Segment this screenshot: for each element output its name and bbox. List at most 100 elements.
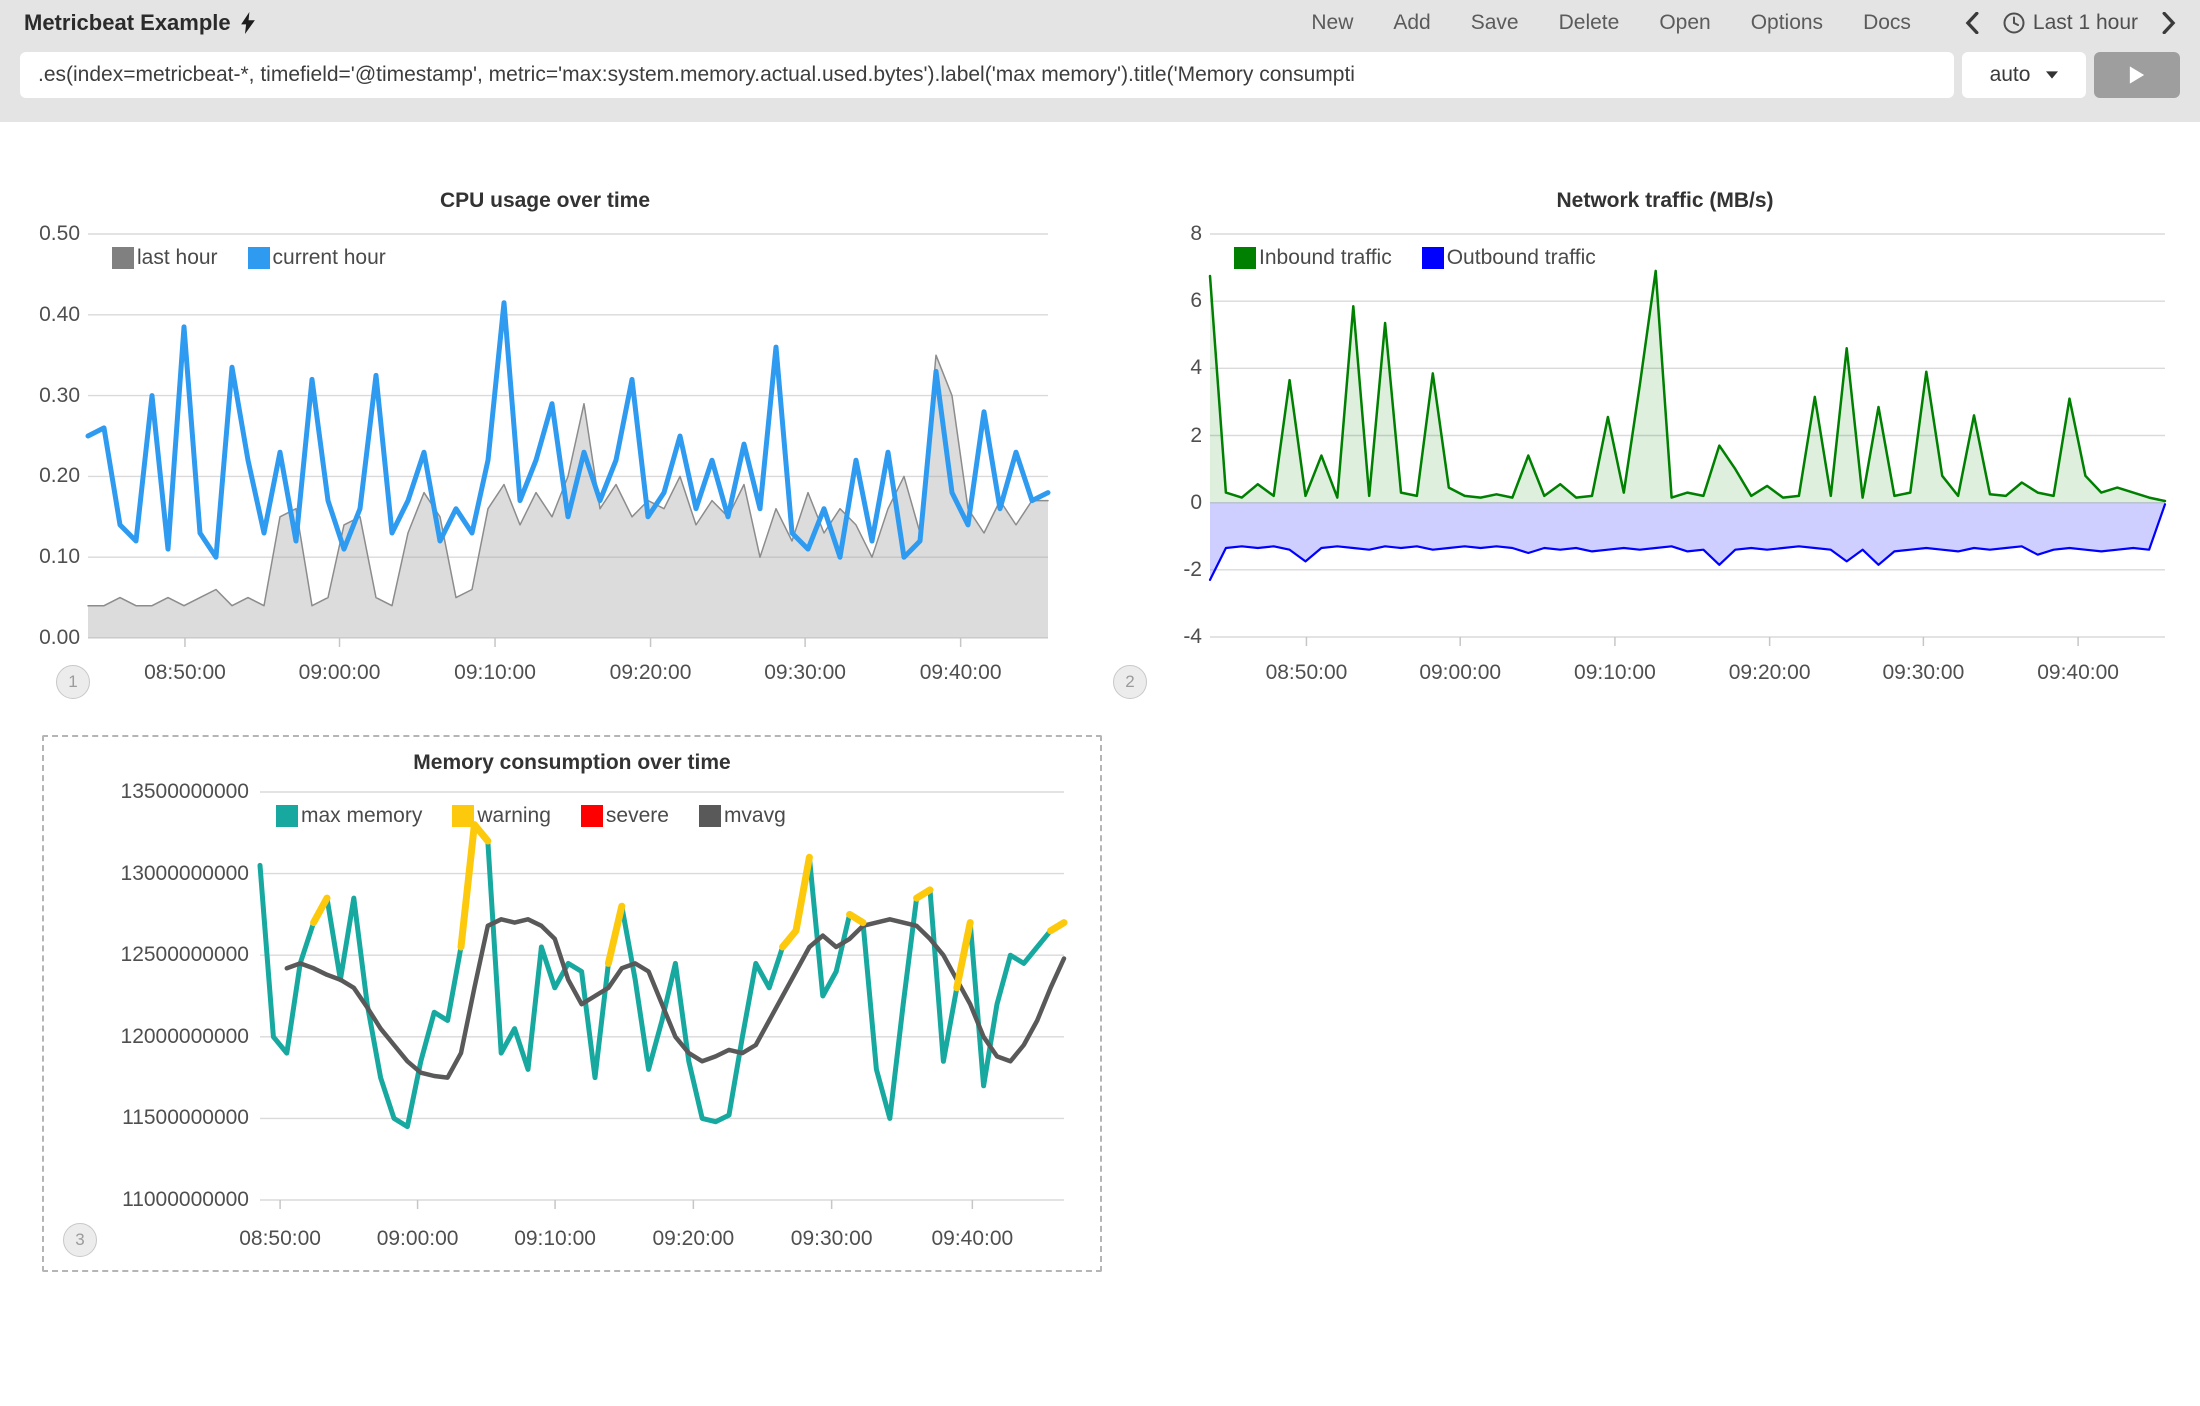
menu-delete[interactable]: Delete [1559, 11, 1620, 35]
y-axis-tick-label: 13000000000 [44, 861, 249, 887]
y-axis-tick-label: 0.00 [30, 625, 80, 651]
menu-docs[interactable]: Docs [1863, 11, 1911, 35]
chevron-left-icon[interactable] [1965, 12, 1979, 34]
x-axis-tick-label: 09:00:00 [1380, 661, 1540, 685]
network-chart-canvas[interactable]: Inbound traffic Outbound traffic [1210, 234, 2165, 637]
legend-label: warning [477, 804, 551, 828]
toolbar-menu: New Add Save Delete Open Options Docs La… [1311, 11, 2176, 35]
top-bar: Metricbeat Example New Add Save Delete O… [0, 0, 2200, 122]
chart-number-badge: 1 [56, 665, 90, 699]
legend-swatch [112, 247, 134, 269]
network-y-axis-labels: 86420-2-4 [1150, 234, 1202, 637]
legend-swatch [1422, 247, 1444, 269]
legend-label: current hour [273, 246, 386, 270]
menu-open[interactable]: Open [1659, 11, 1710, 35]
x-axis-tick-label: 08:50:00 [105, 661, 265, 685]
interval-select[interactable]: auto [1962, 52, 2086, 98]
y-axis-tick-label: 12500000000 [44, 942, 249, 968]
legend-swatch [276, 805, 298, 827]
x-axis-tick-label: 09:30:00 [725, 661, 885, 685]
legend-item: mvavg [699, 804, 786, 828]
y-axis-tick-label: 11500000000 [44, 1105, 249, 1131]
timelion-query-input[interactable] [20, 52, 1954, 98]
play-icon [2128, 65, 2146, 85]
chevron-right-icon[interactable] [2162, 12, 2176, 34]
app-title: Metricbeat Example [24, 10, 255, 36]
y-axis-tick-label: 6 [1150, 288, 1202, 314]
memory-chart-panel[interactable]: Memory consumption over time 13500000000… [42, 735, 1102, 1272]
memory-chart-canvas[interactable]: max memory warning severe mvavg [260, 792, 1064, 1200]
legend-label: mvavg [724, 804, 786, 828]
menu-new[interactable]: New [1311, 11, 1353, 35]
x-axis-tick-label: 09:30:00 [1843, 661, 2003, 685]
y-axis-tick-label: 8 [1150, 221, 1202, 247]
legend-item: last hour [112, 246, 218, 270]
legend-label: Outbound traffic [1447, 246, 1596, 270]
cpu-plot-svg [88, 234, 1048, 638]
x-axis-tick-label: 09:20:00 [571, 661, 731, 685]
y-axis-tick-label: 4 [1150, 355, 1202, 381]
cpu-chart-panel[interactable]: CPU usage over time 0.500.400.300.200.10… [30, 175, 1060, 730]
cpu-chart-title: CPU usage over time [30, 189, 1060, 213]
x-axis-tick-label: 09:10:00 [1535, 661, 1695, 685]
network-chart-panel[interactable]: Network traffic (MB/s) 8 6 4 2 0 -2 -4 Inbound… [1150, 175, 2180, 730]
time-range-label: Last 1 hour [2033, 11, 2138, 35]
legend-label: severe [606, 804, 669, 828]
cpu-x-axis-labels: 08:50:0009:00:0009:10:0009:20:0009:30:00… [88, 661, 1048, 691]
legend-item: max memory [276, 804, 422, 828]
x-axis-tick-label: 08:50:00 [1226, 661, 1386, 685]
toolbar: Metricbeat Example New Add Save Delete O… [0, 0, 2200, 46]
interval-value: auto [1990, 63, 2031, 87]
y-axis-tick-label: 0.10 [30, 544, 80, 570]
legend-label: Inbound traffic [1259, 246, 1392, 270]
legend-item: Outbound traffic [1422, 246, 1596, 270]
legend-swatch [1234, 247, 1256, 269]
run-query-button[interactable] [2094, 52, 2180, 98]
chart-number-badge: 2 [1113, 665, 1147, 699]
menu-add[interactable]: Add [1393, 11, 1430, 35]
x-axis-tick-label: 09:40:00 [892, 1227, 1052, 1251]
network-chart-title: Network traffic (MB/s) [1150, 189, 2180, 213]
legend-item: current hour [248, 246, 386, 270]
x-axis-tick-label: 09:30:00 [752, 1227, 912, 1251]
legend-item: severe [581, 804, 669, 828]
y-axis-tick-label: 0 [1150, 490, 1202, 516]
legend-swatch [699, 805, 721, 827]
y-axis-tick-label: 12000000000 [44, 1024, 249, 1050]
y-axis-tick-label: 11000000000 [44, 1187, 249, 1213]
y-axis-tick-label: 0.40 [30, 302, 80, 328]
memory-chart-title: Memory consumption over time [44, 751, 1100, 775]
x-axis-tick-label: 09:20:00 [613, 1227, 773, 1251]
legend-swatch [248, 247, 270, 269]
y-axis-tick-label: 13500000000 [44, 779, 249, 805]
network-plot-svg [1210, 234, 2165, 637]
caret-down-icon [2046, 71, 2058, 79]
x-axis-tick-label: 09:20:00 [1690, 661, 1850, 685]
x-axis-tick-label: 09:00:00 [260, 661, 420, 685]
clock-icon [2003, 12, 2025, 34]
y-axis-tick-label: 0.30 [30, 383, 80, 409]
chart-number-badge: 3 [63, 1223, 97, 1257]
menu-options[interactable]: Options [1751, 11, 1823, 35]
y-axis-tick-label: 0.20 [30, 463, 80, 489]
memory-plot-svg [260, 792, 1064, 1200]
y-axis-tick-label: -2 [1150, 557, 1202, 583]
memory-legend: max memory warning severe mvavg [276, 804, 786, 828]
x-axis-tick-label: 09:10:00 [415, 661, 575, 685]
y-axis-tick-label: -4 [1150, 624, 1202, 650]
x-axis-tick-label: 09:00:00 [338, 1227, 498, 1251]
time-picker-group: Last 1 hour [1965, 11, 2176, 35]
legend-swatch [452, 805, 474, 827]
legend-label: last hour [137, 246, 218, 270]
legend-item: warning [452, 804, 551, 828]
x-axis-tick-label: 09:40:00 [1998, 661, 2158, 685]
y-axis-tick-label: 2 [1150, 423, 1202, 449]
cpu-chart-canvas[interactable]: last hour current hour [88, 234, 1048, 638]
x-axis-tick-label: 08:50:00 [200, 1227, 360, 1251]
memory-x-axis-labels: 08:50:0009:00:0009:10:0009:20:0009:30:00… [260, 1227, 1064, 1257]
cpu-legend: last hour current hour [112, 246, 386, 270]
time-range-button[interactable]: Last 1 hour [2003, 11, 2138, 35]
menu-save[interactable]: Save [1471, 11, 1519, 35]
app-title-text: Metricbeat Example [24, 10, 231, 36]
x-axis-tick-label: 09:40:00 [881, 661, 1041, 685]
